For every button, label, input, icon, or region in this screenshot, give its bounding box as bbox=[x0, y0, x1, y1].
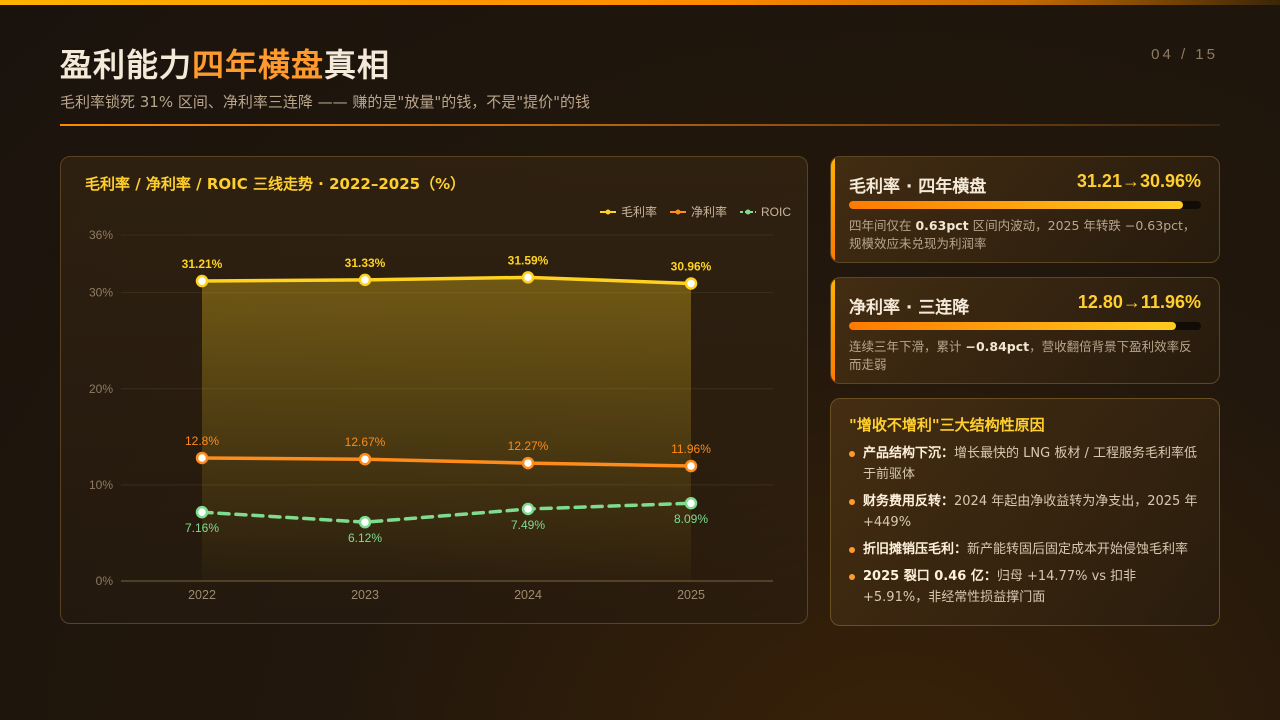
data-point bbox=[521, 271, 535, 284]
reason-title: 产品结构下沉： bbox=[863, 446, 955, 461]
bullet-dot-icon bbox=[849, 499, 855, 505]
card-description: 连续三年下滑，累计 −0.84pct，营收翻倍背景下盈利效率反而走弱 bbox=[849, 339, 1192, 372]
card-description: 四年间仅在 0.63pct 区间内波动，2025 年转跌 −0.63pct，规模… bbox=[849, 218, 1196, 251]
chart-title: 毛利率 / 净利率 / ROIC 三线走势 · 2022–2025（%） bbox=[85, 175, 466, 193]
x-tick-label: 2024 bbox=[514, 588, 542, 602]
data-point bbox=[358, 273, 372, 287]
data-point bbox=[195, 505, 209, 519]
card-title: 毛利率 · 四年横盘 bbox=[849, 177, 987, 197]
page-number: 04 / 15 bbox=[1151, 46, 1218, 63]
page-subtitle: 毛利率锁死 31% 区间、净利率三连降 —— 赚的是"放量"的钱，不是"提价"的… bbox=[60, 93, 591, 111]
card-title: 净利率 · 三连降 bbox=[849, 298, 970, 318]
data-point bbox=[521, 502, 535, 516]
legend-item: ROIC bbox=[739, 203, 791, 220]
card-accent bbox=[831, 157, 835, 262]
legend-swatch-icon bbox=[599, 209, 616, 214]
title-highlight: 四年横盘 bbox=[192, 46, 325, 84]
y-tick-label: 0% bbox=[96, 574, 114, 588]
legend-swatch-icon bbox=[669, 209, 686, 214]
data-point bbox=[521, 456, 535, 470]
area-fill bbox=[202, 277, 691, 581]
title-part-3: 真相 bbox=[324, 46, 391, 84]
x-tick-label: 2022 bbox=[188, 588, 216, 602]
data-label: 31.33% bbox=[345, 256, 386, 270]
card-value: 12.80→11.96% bbox=[1077, 292, 1201, 312]
legend-label: 毛利率 bbox=[620, 205, 657, 219]
data-label: 7.49% bbox=[511, 518, 545, 532]
reason-title: 折旧摊销压毛利： bbox=[863, 542, 968, 557]
progress-track bbox=[849, 322, 1201, 330]
net-margin-card: 净利率 · 三连降 12.80→11.96% 连续三年下滑，累计 −0.84pc… bbox=[830, 277, 1220, 384]
reasons-card: "增收不增利"三大结构性原因 产品结构下沉：增长最快的 LNG 板材 / 工程服… bbox=[830, 398, 1220, 626]
bullet-dot-icon bbox=[849, 547, 855, 553]
reason-text: 新产能转固后固定成本开始侵蚀毛利率 bbox=[967, 542, 1189, 557]
data-point bbox=[195, 274, 209, 288]
legend-label: ROIC bbox=[761, 204, 791, 219]
data-label: 6.12% bbox=[348, 531, 382, 545]
data-point bbox=[358, 452, 372, 466]
progress-track bbox=[849, 201, 1201, 209]
data-point bbox=[684, 496, 698, 510]
reasons-title: "增收不增利"三大结构性原因 bbox=[849, 416, 1045, 434]
bullet-dot-icon bbox=[849, 574, 855, 580]
card-accent bbox=[831, 278, 835, 383]
reason-item: 财务费用反转：2024 年起由净收益转为净支出，2025 年 +449% bbox=[849, 491, 1205, 533]
y-tick-label: 10% bbox=[89, 478, 113, 492]
title-part-1: 盈利能力 bbox=[60, 46, 193, 84]
y-tick-label: 36% bbox=[89, 228, 113, 242]
bullet-dot-icon bbox=[849, 451, 855, 457]
title-divider bbox=[60, 124, 1220, 126]
y-tick-label: 30% bbox=[89, 286, 113, 300]
data-label: 30.96% bbox=[671, 259, 712, 273]
legend-swatch-icon bbox=[740, 209, 756, 214]
data-point bbox=[684, 459, 698, 473]
card-value: 31.21→30.96% bbox=[1076, 171, 1201, 191]
data-label: 11.96% bbox=[671, 442, 711, 456]
data-point bbox=[358, 515, 372, 529]
data-label: 31.59% bbox=[508, 253, 549, 267]
data-point bbox=[195, 451, 209, 465]
x-tick-label: 2023 bbox=[351, 588, 379, 602]
gross-margin-card: 毛利率 · 四年横盘 31.21→30.96% 四年间仅在 0.63pct 区间… bbox=[830, 156, 1220, 263]
reasons-list: 产品结构下沉：增长最快的 LNG 板材 / 工程服务毛利率低于前驱体 财务费用反转… bbox=[849, 443, 1205, 614]
reason-title: 财务费用反转： bbox=[863, 494, 955, 509]
data-label: 8.09% bbox=[674, 512, 708, 526]
data-label: 12.27% bbox=[508, 439, 549, 453]
reason-item: 折旧摊销压毛利：新产能转固后固定成本开始侵蚀毛利率 bbox=[849, 539, 1205, 560]
reason-item: 产品结构下沉：增长最快的 LNG 板材 / 工程服务毛利率低于前驱体 bbox=[849, 443, 1205, 485]
legend-item: 毛利率 bbox=[599, 203, 657, 220]
data-label: 12.8% bbox=[185, 434, 219, 448]
data-label: 12.67% bbox=[345, 435, 386, 449]
progress-fill bbox=[849, 201, 1184, 209]
data-label: 31.21% bbox=[182, 257, 223, 271]
legend-label: 净利率 bbox=[690, 205, 727, 219]
reason-title: 2025 裂口 0.46 亿： bbox=[863, 569, 997, 584]
y-tick-label: 20% bbox=[89, 382, 113, 396]
page-title: 盈利能力四年横盘真相 bbox=[60, 40, 390, 86]
data-label: 7.16% bbox=[185, 521, 219, 535]
chart-panel: 0% 10% 20% 30% 36% 2022 2023 2024 2025 31.21% 31.3… bbox=[60, 156, 808, 624]
line-chart: 0% 10% 20% 30% 36% 2022 2023 2024 2025 31.21% 31.3… bbox=[89, 228, 773, 602]
chart-legend: 毛利率 净利率 ROIC bbox=[599, 203, 791, 220]
progress-fill bbox=[849, 322, 1177, 330]
legend-item: 净利率 bbox=[669, 203, 727, 220]
top-accent-bar bbox=[0, 0, 1280, 5]
reason-item: 2025 裂口 0.46 亿：归母 +14.77% vs 扣非 +5.91%，非… bbox=[849, 566, 1205, 608]
x-tick-label: 2025 bbox=[677, 588, 705, 602]
data-point bbox=[684, 277, 698, 290]
